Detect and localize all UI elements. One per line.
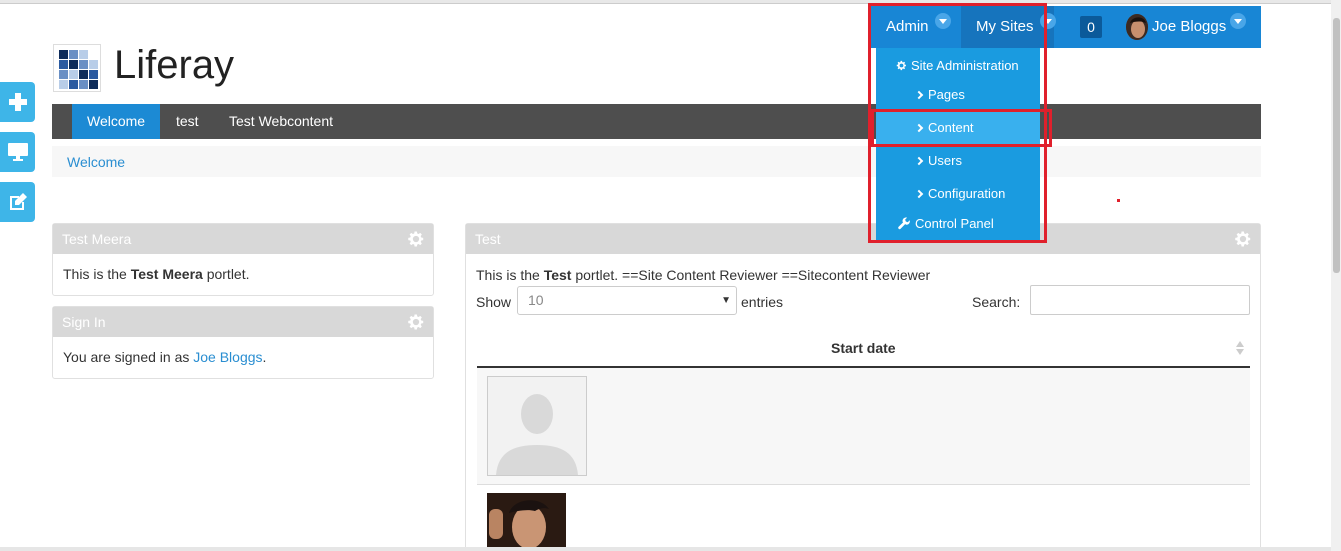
entries-label: entries — [741, 294, 784, 310]
test-portlet-description: This is the Test portlet. ==Site Content… — [476, 267, 930, 283]
edit-controls-button[interactable] — [0, 182, 35, 222]
user-name-label: Joe Bloggs — [1152, 18, 1227, 35]
horizontal-scrollbar[interactable] — [0, 547, 1331, 551]
edit-icon — [9, 193, 27, 210]
search-input[interactable] — [1030, 285, 1250, 315]
portlet-title: Test Meera — [62, 231, 132, 247]
nav-item-test[interactable]: test — [161, 104, 214, 139]
red-dot-mark — [1117, 199, 1120, 202]
body-text-suffix: portlet. ==Site Content Reviewer ==Sitec… — [571, 267, 931, 283]
portlet-header: Test — [466, 224, 1260, 254]
body-text-suffix: portlet. — [202, 266, 250, 282]
chevron-down-icon[interactable] — [1230, 13, 1246, 29]
table-row — [477, 485, 1250, 547]
table-row — [477, 368, 1250, 485]
highlight-box-content-item — [871, 109, 1052, 147]
search-label: Search: — [972, 294, 1021, 310]
site-title: Liferay — [114, 43, 235, 87]
monitor-icon — [7, 143, 28, 161]
body-text: This is the — [63, 266, 131, 282]
breadcrumb-welcome-link[interactable]: Welcome — [67, 154, 125, 170]
entries-selected-value: 10 — [528, 292, 544, 308]
user-avatar[interactable] — [1126, 14, 1148, 40]
portlet-title: Sign In — [62, 314, 106, 330]
portlet-header: Test Meera — [53, 224, 433, 254]
nav-item-test-webcontent[interactable]: Test Webcontent — [214, 104, 348, 139]
body-text: This is the — [476, 267, 544, 283]
gear-icon[interactable] — [407, 313, 425, 331]
show-label: Show — [476, 294, 512, 310]
vertical-scrollbar-thumb[interactable] — [1333, 18, 1340, 273]
nav-item-welcome[interactable]: Welcome — [72, 104, 161, 139]
main-navigation: Welcome test Test Webcontent — [52, 104, 1261, 139]
portlet-body: You are signed in as Joe Bloggs. — [53, 337, 433, 377]
portlet-sign-in: Sign In You are signed in as Joe Bloggs. — [52, 306, 434, 379]
portlet-test-meera: Test Meera This is the Test Meera portle… — [52, 223, 434, 296]
column-header-start-date[interactable]: Start date — [831, 340, 896, 356]
default-avatar-image — [487, 376, 587, 476]
portlet-body: This is the Test Meera portlet. — [53, 254, 433, 294]
caret-down-icon: ▼ — [721, 295, 731, 306]
user-profile-link[interactable]: Joe Bloggs — [193, 349, 262, 365]
preview-button[interactable] — [0, 132, 35, 172]
add-button[interactable] — [0, 82, 35, 122]
portlet-header: Sign In — [53, 307, 433, 337]
user-photo-image — [487, 493, 566, 549]
body-text-suffix: . — [262, 349, 267, 365]
gear-icon[interactable] — [1234, 230, 1252, 248]
user-menu-toggle[interactable]: Joe Bloggs — [1152, 6, 1226, 48]
gear-icon[interactable] — [407, 230, 425, 248]
plus-icon — [8, 93, 27, 111]
breadcrumb: Welcome — [52, 146, 1261, 177]
portlet-title: Test — [475, 231, 501, 247]
notification-count-badge[interactable]: 0 — [1080, 16, 1102, 38]
entries-select[interactable]: 10 ▼ — [517, 286, 737, 315]
browser-top-edge — [0, 0, 1341, 4]
liferay-logo-icon — [59, 50, 98, 89]
body-text: You are signed in as — [63, 349, 194, 365]
portlet-name-bold: Test Meera — [130, 266, 203, 282]
portlet-name-bold: Test — [543, 267, 572, 283]
sort-icon[interactable] — [1235, 340, 1245, 356]
site-logo[interactable] — [53, 44, 101, 92]
